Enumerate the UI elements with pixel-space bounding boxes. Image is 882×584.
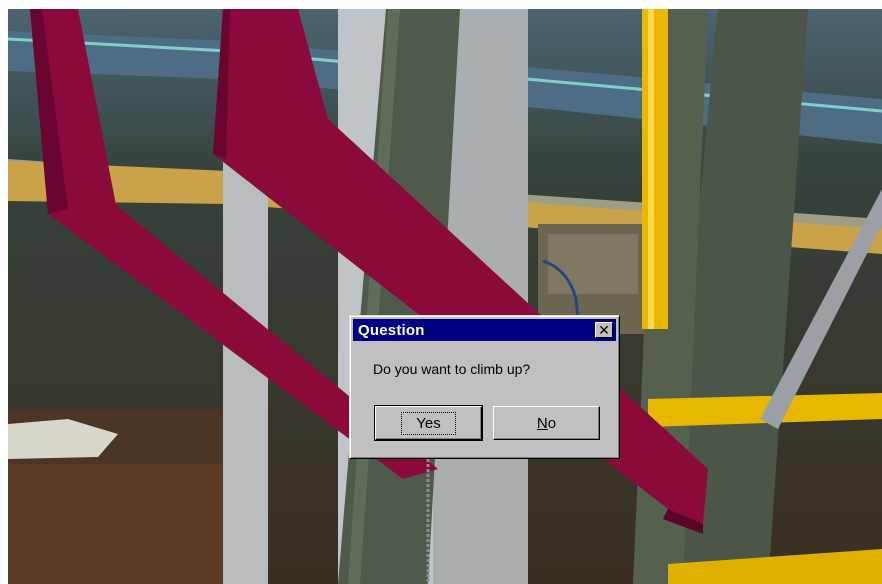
game-scene: [8, 9, 882, 584]
yes-button[interactable]: Yes: [374, 405, 483, 441]
dialog-message: Do you want to climb up?: [373, 361, 531, 377]
close-icon[interactable]: ✕: [595, 322, 613, 338]
dialog-buttons: Yes No: [374, 405, 600, 441]
yes-button-label: Yes: [416, 414, 441, 432]
dialog-title: Question: [358, 321, 425, 339]
no-button[interactable]: No: [493, 406, 600, 440]
question-dialog: Question ✕ Do you want to climb up? Yes …: [349, 315, 620, 459]
dialog-titlebar[interactable]: Question ✕: [353, 319, 616, 341]
industrial-scene-art: [8, 9, 882, 584]
no-button-label: No: [536, 414, 557, 432]
